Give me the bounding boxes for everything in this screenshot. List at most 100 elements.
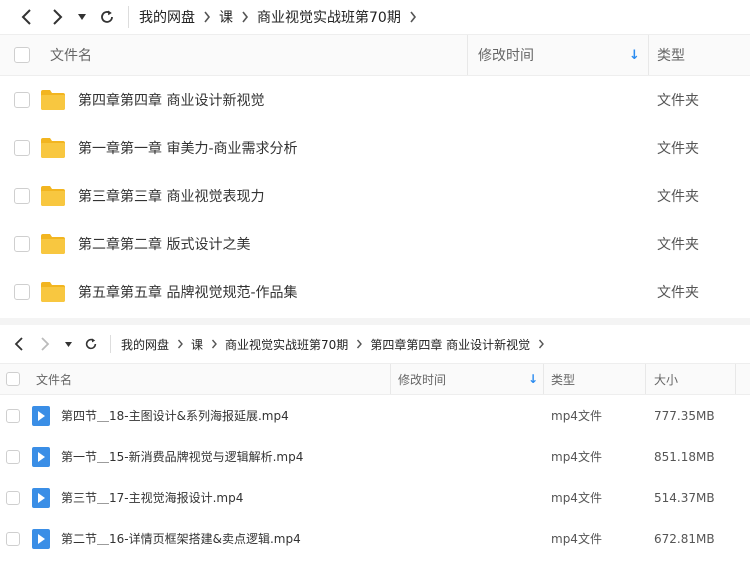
row-checkbox[interactable] (6, 408, 20, 423)
file-size: 777.35MB (654, 408, 715, 423)
navigation-bar: 我的网盘 课 商业视觉实战班第70期 (0, 0, 750, 34)
arrow-down-icon[interactable]: ↓ (629, 48, 640, 63)
column-header-row: 文件名 修改时间 ↓ 类型 (0, 34, 750, 76)
column-divider (645, 364, 646, 394)
refresh-button[interactable] (78, 331, 104, 357)
column-header-type[interactable]: 类型 (551, 371, 575, 388)
history-dropdown-button[interactable] (72, 2, 92, 32)
list-item[interactable]: 第二节＿16-详情页框架搭建&卖点逻辑.mp4 mp4文件 672.81MB (0, 518, 750, 559)
chevron-right-icon (41, 337, 50, 351)
file-name[interactable]: 第三节＿17-主视觉海报设计.mp4 (61, 489, 243, 506)
file-name[interactable]: 第五章第五章 品牌视觉规范-作品集 (78, 282, 298, 302)
forward-button[interactable] (32, 331, 58, 357)
column-header-row: 文件名 修改时间 ↓ 类型 大小 (0, 363, 750, 395)
file-name[interactable]: 第一章第一章 审美力-商业需求分析 (78, 138, 298, 158)
file-list: 第四章第四章 商业设计新视觉 文件夹 第一章第一章 审美力-商业需求分析 文件夹… (0, 76, 750, 316)
file-name[interactable]: 第二章第二章 版式设计之美 (78, 234, 250, 254)
row-checkbox[interactable] (14, 236, 30, 252)
folder-icon (41, 90, 65, 110)
history-dropdown-button[interactable] (58, 331, 78, 357)
chevron-right-icon (53, 9, 63, 25)
breadcrumb-item[interactable]: 商业视觉实战班第70期 (225, 336, 348, 353)
file-name[interactable]: 第三章第三章 商业视觉表现力 (78, 186, 264, 206)
column-divider (648, 35, 649, 75)
refresh-button[interactable] (92, 2, 122, 32)
file-type: mp4文件 (551, 450, 602, 464)
list-item[interactable]: 第四章第四章 商业设计新视觉 文件夹 (0, 76, 750, 124)
breadcrumb: 我的网盘 课 商业视觉实战班第70期 (139, 7, 425, 27)
column-divider (467, 35, 468, 75)
list-item[interactable]: 第二章第二章 版式设计之美 文件夹 (0, 220, 750, 268)
chevron-right-icon (233, 11, 257, 23)
row-checkbox[interactable] (14, 188, 30, 204)
file-name[interactable]: 第二节＿16-详情页框架搭建&卖点逻辑.mp4 (61, 530, 301, 547)
toolbar-divider (128, 6, 129, 28)
back-button[interactable] (6, 331, 32, 357)
file-type: 文件夹 (657, 141, 699, 157)
video-file-icon (32, 405, 50, 426)
chevron-right-icon (195, 11, 219, 23)
row-checkbox[interactable] (14, 92, 30, 108)
caret-down-icon (78, 14, 86, 20)
breadcrumb-item[interactable]: 我的网盘 (139, 7, 195, 27)
breadcrumb-item[interactable]: 商业视觉实战班第70期 (257, 7, 401, 27)
select-all-checkbox[interactable] (6, 372, 20, 386)
toolbar-divider (110, 335, 111, 353)
column-header-modified[interactable]: 修改时间 (478, 45, 534, 65)
column-header-size[interactable]: 大小 (654, 371, 678, 388)
list-item[interactable]: 第一章第一章 审美力-商业需求分析 文件夹 (0, 124, 750, 172)
refresh-icon (101, 10, 113, 23)
video-file-icon (32, 528, 50, 549)
folder-icon (41, 138, 65, 158)
breadcrumb-item[interactable]: 课 (219, 7, 233, 27)
row-checkbox[interactable] (14, 284, 30, 300)
column-header-name[interactable]: 文件名 (50, 45, 92, 65)
navigation-bar: 我的网盘 课 商业视觉实战班第70期 第四章第四章 商业设计新视觉 (0, 325, 750, 363)
list-item[interactable]: 第一节＿15-新消费品牌视觉与逻辑解析.mp4 mp4文件 851.18MB (0, 436, 750, 477)
breadcrumb-item[interactable]: 课 (191, 336, 203, 353)
folder-list-pane: 我的网盘 课 商业视觉实战班第70期 文件名 修改时间 ↓ 类型 第四章第四章 … (0, 0, 750, 318)
file-size: 514.37MB (654, 490, 715, 505)
row-checkbox[interactable] (14, 140, 30, 156)
back-button[interactable] (12, 2, 42, 32)
list-item[interactable]: 第三节＿17-主视觉海报设计.mp4 mp4文件 514.37MB (0, 477, 750, 518)
file-type: 文件夹 (657, 189, 699, 205)
column-divider (390, 364, 391, 394)
column-divider (735, 364, 736, 394)
list-item[interactable]: 第四节＿18-主图设计&系列海报延展.mp4 mp4文件 777.35MB (0, 395, 750, 436)
select-all-checkbox[interactable] (14, 47, 30, 63)
file-size: 851.18MB (654, 449, 715, 464)
chevron-right-icon (401, 11, 425, 23)
arrow-down-icon[interactable]: ↓ (528, 372, 538, 386)
row-checkbox[interactable] (6, 449, 20, 464)
forward-button[interactable] (42, 2, 72, 32)
folder-icon (41, 234, 65, 254)
file-type: mp4文件 (551, 491, 602, 505)
column-header-name[interactable]: 文件名 (36, 371, 72, 388)
file-type: 文件夹 (657, 237, 699, 253)
column-header-type[interactable]: 类型 (657, 45, 685, 65)
chevron-left-icon (14, 337, 23, 351)
file-type: mp4文件 (551, 409, 602, 423)
list-item[interactable]: 第五章第五章 品牌视觉规范-作品集 文件夹 (0, 268, 750, 316)
breadcrumb-item[interactable]: 第四章第四章 商业设计新视觉 (370, 336, 530, 353)
chevron-right-icon (203, 339, 225, 349)
list-item[interactable]: 第三章第三章 商业视觉表现力 文件夹 (0, 172, 750, 220)
breadcrumb: 我的网盘 课 商业视觉实战班第70期 第四章第四章 商业设计新视觉 (121, 336, 552, 353)
file-list-pane: 我的网盘 课 商业视觉实战班第70期 第四章第四章 商业设计新视觉 文件名 修改… (0, 325, 750, 570)
column-divider (543, 364, 544, 394)
file-name[interactable]: 第四节＿18-主图设计&系列海报延展.mp4 (61, 407, 289, 424)
file-size: 672.81MB (654, 531, 715, 546)
chevron-left-icon (21, 9, 31, 25)
file-name[interactable]: 第一节＿15-新消费品牌视觉与逻辑解析.mp4 (61, 448, 303, 465)
chevron-right-icon (348, 339, 370, 349)
row-checkbox[interactable] (6, 531, 20, 546)
breadcrumb-item[interactable]: 我的网盘 (121, 336, 169, 353)
row-checkbox[interactable] (6, 490, 20, 505)
refresh-icon (85, 338, 97, 350)
column-header-modified[interactable]: 修改时间 (398, 371, 446, 388)
folder-icon (41, 282, 65, 302)
file-name[interactable]: 第四章第四章 商业设计新视觉 (78, 90, 264, 110)
file-type: mp4文件 (551, 532, 602, 546)
file-type: 文件夹 (657, 285, 699, 301)
